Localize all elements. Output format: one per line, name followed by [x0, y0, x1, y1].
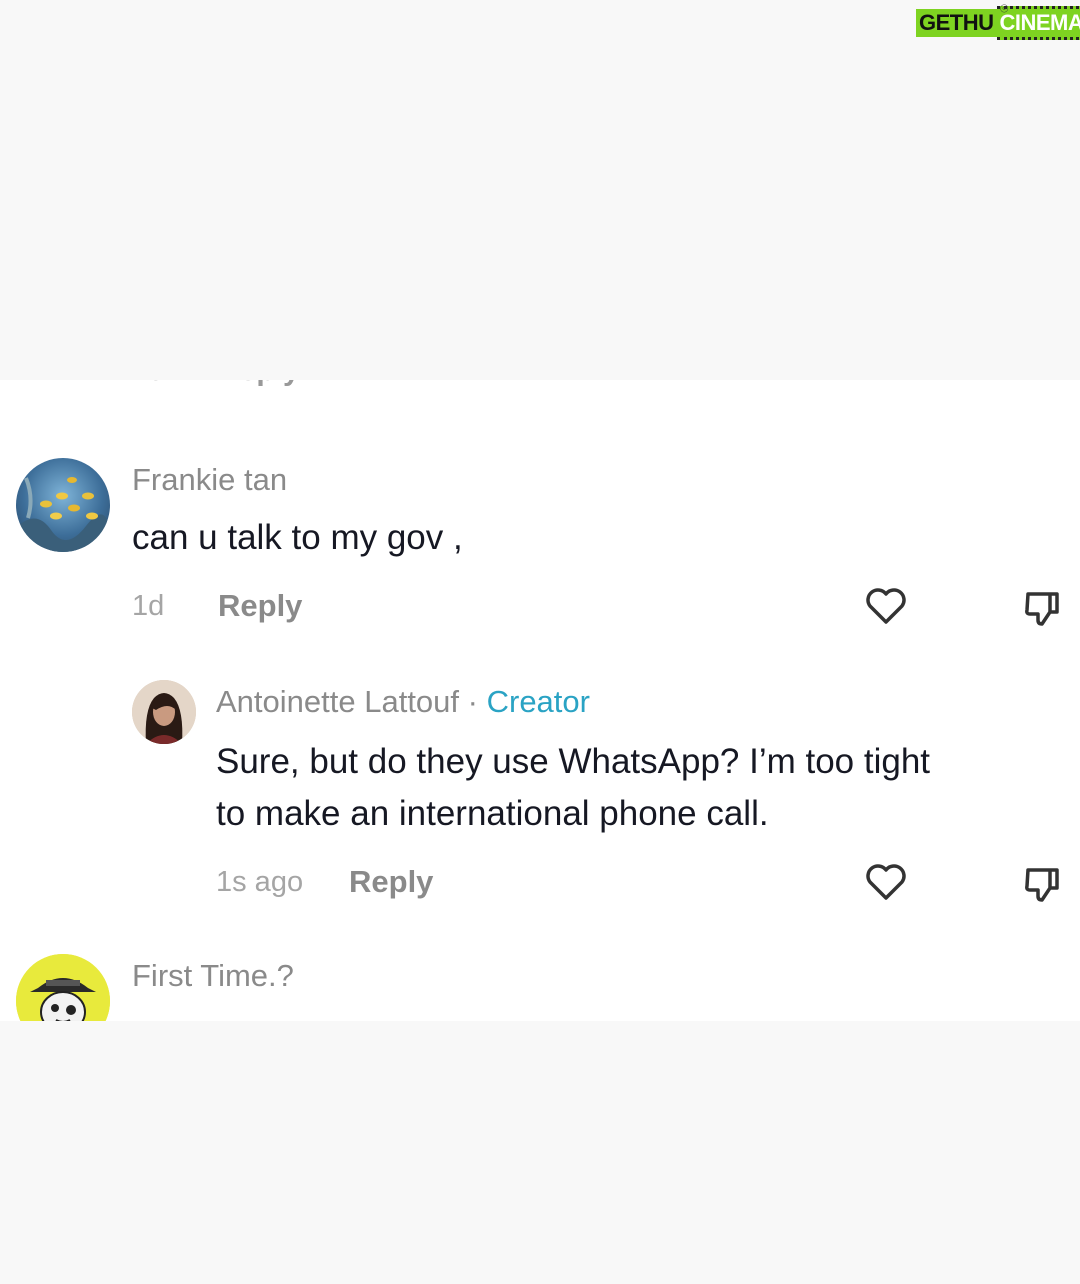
watermark-part2: CINEMA [996, 6, 1080, 40]
comment-username: Antoinette Lattouf · Creator [216, 684, 590, 720]
comment-reply-antoinette: Antoinette Lattouf · Creator Sure, but d… [0, 676, 1080, 916]
comments-panel: 1d Reply [0, 380, 1080, 1021]
dislike-icon[interactable] [1020, 586, 1064, 630]
watermark-part1: GETHU [916, 9, 997, 37]
comment-time: 1s ago [216, 866, 304, 898]
dislike-icon[interactable] [1020, 862, 1064, 906]
reply-text-line2: to make an international phone call. [216, 794, 769, 833]
cartoon-detective-avatar[interactable] [16, 954, 110, 1021]
comment-username[interactable]: First Time.? [132, 958, 294, 994]
previous-comment-meta: 1d Reply [0, 380, 1080, 394]
comment-time: 1d [132, 590, 165, 622]
comment-text: can u talk to my gov , [132, 518, 463, 557]
reply-button[interactable]: Reply [218, 588, 302, 624]
comment-first-time: First Time.? [0, 946, 1080, 1021]
creator-badge: Creator [486, 684, 590, 719]
reply-text-line1: Sure, but do they use WhatsApp? I’m too … [216, 742, 931, 781]
heart-icon[interactable] [864, 860, 908, 904]
previous-reply-button[interactable]: Reply [218, 380, 300, 388]
reply-button[interactable]: Reply [349, 864, 433, 900]
heart-icon[interactable] [864, 380, 908, 382]
heart-icon[interactable] [864, 584, 908, 628]
username-separator: · [467, 684, 478, 719]
comment-username[interactable]: Frankie tan [132, 462, 287, 498]
fish-aquarium-avatar[interactable] [16, 458, 110, 552]
camera-icon: ⌾ [1000, 0, 1009, 16]
creator-username[interactable]: Antoinette Lattouf [216, 684, 459, 719]
dislike-icon[interactable] [1020, 380, 1064, 384]
gethucinema-watermark: GETHU CINEMA ⌾ [916, 0, 1080, 40]
comment-frankie: Frankie tan can u talk to my gov , 1d Re… [0, 450, 1080, 650]
woman-portrait-avatar[interactable] [132, 680, 196, 744]
previous-comment-time: 1d [132, 380, 165, 388]
